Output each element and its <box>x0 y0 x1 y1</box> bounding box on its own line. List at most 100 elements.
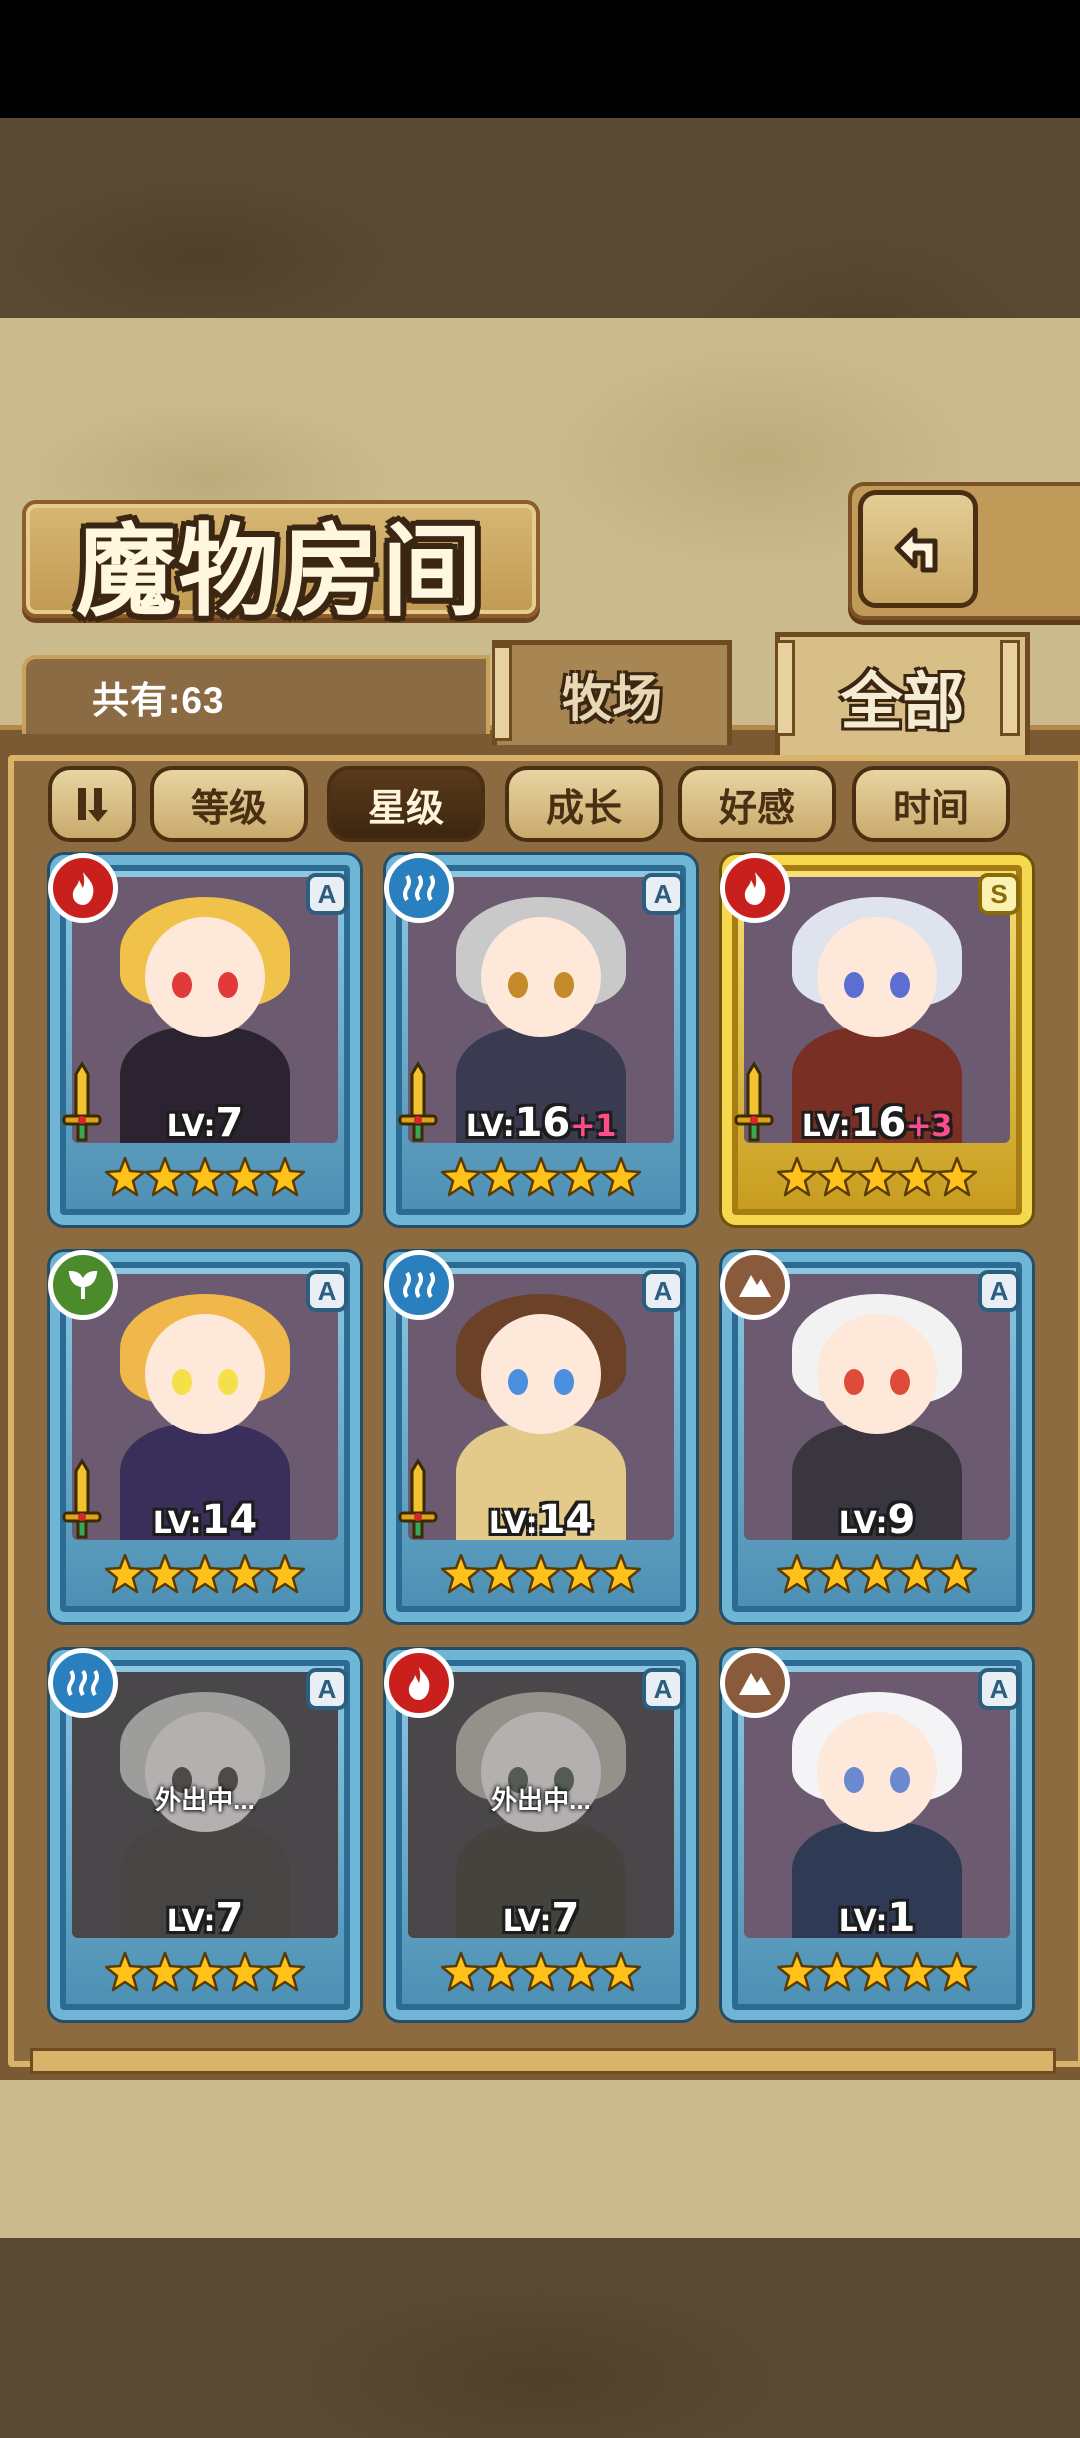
level-label: LV:14 <box>386 1497 696 1543</box>
star-icon <box>856 1155 898 1201</box>
back-button[interactable] <box>858 490 978 608</box>
star-icon <box>816 1155 858 1201</box>
star-rating <box>440 1155 642 1211</box>
star-icon <box>440 1552 482 1598</box>
away-status-label: 外出中... <box>155 1785 255 1815</box>
star-icon <box>480 1552 522 1598</box>
portrait-eye <box>172 1369 192 1395</box>
sort-affection-button[interactable]: 好感 <box>678 766 836 842</box>
star-rating <box>104 1155 306 1211</box>
sort-level-button[interactable]: 等级 <box>150 766 308 842</box>
rank-badge: A <box>978 1668 1020 1710</box>
star-icon <box>104 1155 146 1201</box>
portrait-face <box>817 1712 937 1832</box>
monster-card[interactable]: S LV:16+3 <box>720 853 1032 1225</box>
level-prefix: LV: <box>166 1904 216 1939</box>
star-icon <box>104 1950 146 1996</box>
star-icon <box>520 1950 562 1996</box>
fire-element-icon <box>48 853 118 923</box>
portrait-face <box>817 1314 937 1434</box>
sort-order-toggle[interactable] <box>48 766 136 842</box>
monster-card[interactable]: A LV:14 <box>384 1250 696 1622</box>
star-icon <box>560 1552 602 1598</box>
star-icon <box>600 1950 642 1996</box>
star-rating <box>104 1950 306 2006</box>
level-prefix: LV: <box>488 1506 538 1541</box>
tab-divider <box>1000 640 1020 736</box>
monster-card[interactable]: A LV:1 <box>720 1648 1032 2020</box>
level-value: 1 <box>887 1895 916 1941</box>
level-bonus: +1 <box>570 1109 617 1144</box>
star-icon <box>480 1950 522 1996</box>
portrait-eye <box>890 1369 910 1395</box>
level-label: LV:16+1 <box>386 1100 696 1146</box>
star-icon <box>224 1950 266 1996</box>
parchment-edge <box>0 2200 1080 2240</box>
star-icon <box>936 1950 978 1996</box>
portrait-eye <box>890 1767 910 1793</box>
star-icon <box>144 1552 186 1598</box>
level-label: LV:16+3 <box>722 1100 1032 1146</box>
level-prefix: LV: <box>465 1109 515 1144</box>
star-icon <box>184 1155 226 1201</box>
star-icon <box>104 1552 146 1598</box>
sort-star-button[interactable]: 星级 <box>327 766 485 842</box>
monster-card[interactable]: 外出中... A LV:7 <box>384 1648 696 2020</box>
level-prefix: LV: <box>801 1109 851 1144</box>
portrait-face <box>481 917 601 1037</box>
star-icon <box>776 1155 818 1201</box>
portrait-eye <box>554 1369 574 1395</box>
star-rating <box>440 1552 642 1608</box>
star-icon <box>264 1155 306 1201</box>
sort-growth-button[interactable]: 成长 <box>505 766 663 842</box>
monster-card[interactable]: 外出中... A LV:7 <box>48 1648 360 2020</box>
star-icon <box>600 1552 642 1598</box>
star-icon <box>776 1950 818 1996</box>
monster-card[interactable]: A LV:7 <box>48 853 360 1225</box>
star-icon <box>184 1950 226 1996</box>
star-icon <box>600 1155 642 1201</box>
level-value: 16 <box>514 1100 571 1146</box>
portrait-face <box>817 917 937 1037</box>
portrait-eye <box>890 972 910 998</box>
star-rating <box>776 1950 978 2006</box>
portrait-eye <box>844 1767 864 1793</box>
star-icon <box>520 1552 562 1598</box>
sort-time-button[interactable]: 时间 <box>852 766 1010 842</box>
monster-card[interactable]: A LV:14 <box>48 1250 360 1622</box>
monster-card[interactable]: A LV:9 <box>720 1250 1032 1622</box>
tab-divider <box>492 645 512 741</box>
level-label: LV:1 <box>722 1895 1032 1941</box>
level-prefix: LV: <box>152 1506 202 1541</box>
back-arrow-icon <box>894 527 938 573</box>
star-icon <box>776 1552 818 1598</box>
star-rating <box>440 1950 642 2006</box>
level-label: LV:7 <box>386 1895 696 1941</box>
level-value: 7 <box>215 1100 244 1146</box>
status-bar <box>0 0 1080 118</box>
portrait-eye <box>508 1369 528 1395</box>
portrait-eye <box>218 972 238 998</box>
level-value: 9 <box>887 1497 916 1543</box>
star-icon <box>440 1155 482 1201</box>
star-icon <box>560 1950 602 1996</box>
star-icon <box>224 1155 266 1201</box>
portrait-eye <box>172 972 192 998</box>
panel-bottom-rail <box>30 2048 1056 2074</box>
level-label: LV:7 <box>50 1100 360 1146</box>
portrait-eye <box>844 972 864 998</box>
level-prefix: LV: <box>502 1904 552 1939</box>
star-icon <box>936 1155 978 1201</box>
monster-count: 共有:63 <box>92 680 225 721</box>
portrait-face <box>145 917 265 1037</box>
water-element-icon <box>384 1250 454 1320</box>
earth-element-icon <box>720 1250 790 1320</box>
portrait-face <box>145 1314 265 1434</box>
rank-badge: A <box>642 873 684 915</box>
wood-element-icon <box>48 1250 118 1320</box>
monster-card[interactable]: A LV:16+1 <box>384 853 696 1225</box>
level-label: LV:7 <box>50 1895 360 1941</box>
tab-ranch[interactable]: 牧场 <box>492 640 732 745</box>
star-icon <box>560 1155 602 1201</box>
tab-all[interactable]: 全部 <box>775 632 1030 755</box>
